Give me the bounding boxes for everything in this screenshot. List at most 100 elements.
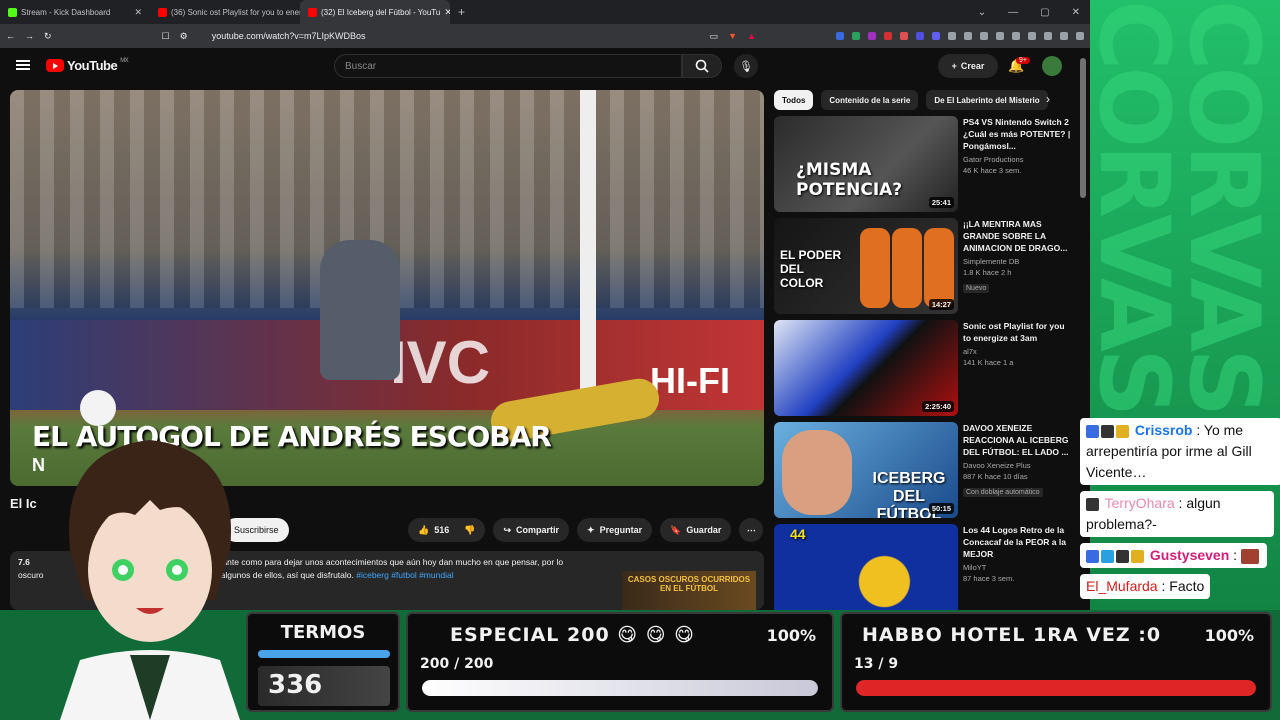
scrollbar[interactable] — [1080, 58, 1086, 198]
reload-icon[interactable]: ↻ — [44, 31, 52, 42]
hamburger-menu-icon[interactable] — [16, 60, 30, 70]
extension-icon[interactable] — [900, 32, 908, 40]
address-bar: ← → ↻ ☐ ⚙ youtube.com/watch?v=m7LIpKWDBo… — [0, 24, 1090, 48]
url-field[interactable]: youtube.com/watch?v=m7LIpKWDBos — [212, 31, 700, 41]
video-thumbnail[interactable]: EL PODER DEL COLOR 14:27 — [774, 218, 958, 314]
channel-name[interactable]: Davoo Xeneize Plus — [963, 461, 1073, 470]
dubbing-badge: Con doblaje automático — [963, 488, 1043, 497]
extension-icon[interactable] — [1044, 32, 1052, 40]
chat-username: Crissrob — [1134, 422, 1193, 438]
thumbs-down-icon[interactable]: 👎 — [464, 525, 475, 536]
recommendation-item[interactable]: 44 Los 44 Logos Retro de la Concacaf de … — [774, 524, 1074, 610]
maximize-button[interactable]: ▢ — [1040, 7, 1049, 18]
chevron-down-icon[interactable]: ⌄ — [978, 7, 986, 18]
search-input[interactable]: Buscar — [334, 54, 682, 78]
channel-name[interactable]: Gator Productions — [963, 155, 1073, 164]
termos-label: TERMOS — [280, 622, 366, 643]
chip-series[interactable]: Contenido de la serie — [821, 90, 919, 110]
description-line: stante como para dejar unos acontecimien… — [215, 557, 564, 567]
chip-channel[interactable]: De El Laberinto del Misterio — [926, 90, 1049, 110]
close-window-button[interactable]: ✕ — [1072, 7, 1080, 18]
extension-icon[interactable] — [916, 32, 924, 40]
extension-icon[interactable] — [1028, 32, 1036, 40]
tab-kick[interactable]: Stream - Kick Dashboard ✕ — [0, 0, 150, 24]
cast-icon[interactable]: ▭ — [710, 31, 719, 42]
video-player[interactable]: IVC HI-FI EL AUTOGOL DE ANDRÉS ESCOBAR N — [10, 90, 764, 486]
mic-button[interactable]: 🎙 — [734, 54, 758, 78]
extension-icon[interactable] — [868, 32, 876, 40]
forward-icon[interactable]: → — [25, 31, 34, 41]
goal-count: 200 / 200 — [420, 656, 494, 672]
recommendation-title[interactable]: ¡¡LA MENTIRA MAS GRANDE SOBRE LA ANIMACI… — [963, 218, 1073, 254]
video-thumbnail[interactable]: ICEBERG DEL FÚTBOL 50:15 — [774, 422, 958, 518]
extension-icon[interactable] — [980, 32, 988, 40]
recommendation-title[interactable]: Los 44 Logos Retro de la Concacaf de la … — [963, 524, 1073, 560]
menu-icon[interactable] — [1076, 32, 1084, 40]
extension-icon[interactable] — [1060, 32, 1068, 40]
video-thumbnail[interactable]: 2:25:40 — [774, 320, 958, 416]
chat-text: : Facto — [1157, 578, 1205, 594]
chip-all[interactable]: Todos — [774, 90, 814, 110]
share-button[interactable]: ↪ Compartir — [493, 518, 570, 542]
chat-text: : — [1229, 547, 1241, 563]
extension-icon[interactable] — [852, 32, 860, 40]
new-tab-button[interactable]: + — [450, 5, 473, 19]
recommendation-item[interactable]: 2:25:40 Sonic ost Playlist for you to en… — [774, 320, 1074, 418]
recommendation-item[interactable]: ICEBERG DEL FÚTBOL 50:15 DAVOO XENEIZE R… — [774, 422, 1074, 520]
extension-icon[interactable] — [948, 32, 956, 40]
duration-badge: 50:15 — [928, 503, 954, 514]
extension-icon[interactable] — [964, 32, 972, 40]
site-info-icon[interactable]: ⚙ — [180, 31, 188, 42]
recommendation-title[interactable]: PS4 VS Nintendo Switch 2 ¿Cuál es más PO… — [963, 116, 1073, 152]
chat-message: El_Mufarda : Facto — [1080, 574, 1211, 599]
hashtags[interactable]: #iceberg #futbol #mundial — [356, 570, 453, 580]
video-title: El Ic — [10, 496, 37, 511]
channel-name[interactable]: MiloYT — [963, 563, 1073, 572]
recommendation-title[interactable]: Sonic ost Playlist for you to energize a… — [963, 320, 1073, 344]
tab-sonic[interactable]: (36) Sonic ost Playlist for you to ener — [150, 0, 300, 24]
youtube-icon — [158, 7, 167, 17]
video-thumbnail[interactable]: 44 — [774, 524, 958, 610]
vtuber-avatar — [60, 440, 240, 720]
duration-badge: 14:27 — [928, 299, 954, 310]
search-button[interactable] — [682, 54, 722, 78]
emote-icon — [1240, 548, 1259, 564]
channel-name[interactable]: al7x — [963, 347, 1073, 356]
channel-name[interactable]: Simplemente DB — [963, 257, 1073, 266]
video-thumbnail[interactable]: ¿MISMA POTENCIA? 25:41 — [774, 116, 958, 212]
back-icon[interactable]: ← — [6, 31, 15, 41]
chevron-right-icon[interactable]: › — [1046, 92, 1050, 106]
ask-button[interactable]: ✦ Preguntar — [577, 518, 653, 542]
goal-percent: 100% — [1204, 626, 1254, 645]
brave-shield-icon[interactable]: ▼ — [728, 31, 737, 41]
extension-icon[interactable] — [836, 32, 844, 40]
rewards-icon[interactable]: ▲ — [747, 31, 756, 41]
more-options-button[interactable]: ⋯ — [739, 518, 764, 542]
goal-post — [580, 90, 596, 420]
extension-icon[interactable] — [1012, 32, 1020, 40]
minimize-button[interactable]: — — [1008, 7, 1018, 18]
create-button[interactable]: + Crear — [938, 54, 998, 78]
recommendation-title[interactable]: DAVOO XENEIZE REACCIONA AL ICEBERG DEL F… — [963, 422, 1073, 458]
view-count: 7.6 — [18, 557, 30, 567]
tab-title: (32) El Iceberg del Fútbol - YouTu — [321, 7, 441, 17]
thumbs-up-icon: 👍 — [418, 524, 430, 535]
account-avatar[interactable] — [1042, 56, 1062, 76]
extension-icon[interactable] — [884, 32, 892, 40]
badge-icon — [1086, 549, 1099, 563]
extension-icon[interactable] — [932, 32, 940, 40]
character-figure — [924, 228, 954, 308]
video-actions: 👍 516 👎 ↪ Compartir ✦ Preguntar 🔖 Guardar ⋯ — [408, 518, 764, 542]
save-button[interactable]: 🔖 Guardar — [660, 518, 732, 542]
recommendation-item[interactable]: ¿MISMA POTENCIA? 25:41 PS4 VS Nintendo S… — [774, 116, 1074, 214]
recommendation-item[interactable]: EL PODER DEL COLOR 14:27 ¡¡LA MENTIRA MA… — [774, 218, 1074, 316]
youtube-logo[interactable]: YouTube MX — [46, 58, 129, 73]
chat-message: Crissrob : Yo me arrepentiría por irme a… — [1080, 418, 1280, 485]
bookmark-icon[interactable]: ☐ — [162, 31, 170, 42]
badge-icon — [1116, 549, 1129, 563]
close-icon[interactable]: ✕ — [134, 7, 142, 18]
extension-icon[interactable] — [996, 32, 1004, 40]
description-thumbnail[interactable]: CASOS OSCUROS OCURRIDOS EN EL FÚTBOL — [622, 571, 756, 611]
tab-iceberg[interactable]: (32) El Iceberg del Fútbol - YouTu ✕ — [300, 0, 450, 24]
like-button[interactable]: 👍 516 👎 — [408, 518, 486, 542]
